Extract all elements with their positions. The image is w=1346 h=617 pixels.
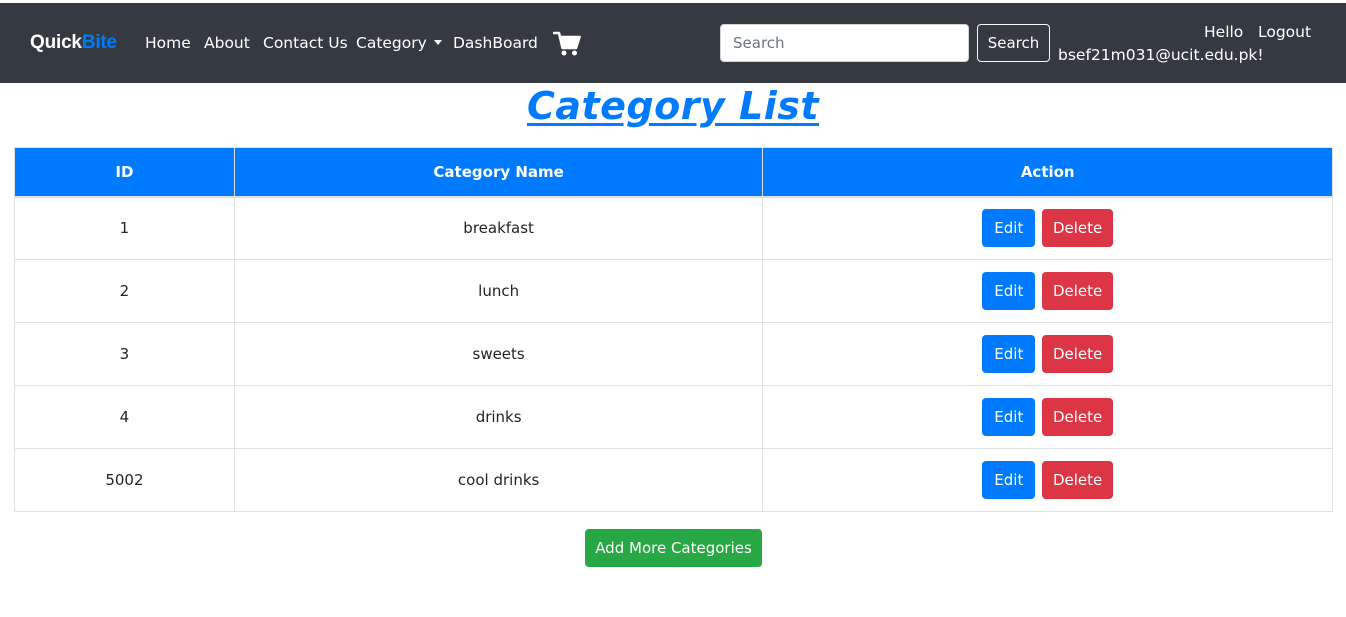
caret-down-icon [433, 40, 442, 45]
cell-actions: Edit Delete [762, 322, 1333, 386]
add-more-categories-button[interactable]: Add More Categories [585, 529, 762, 567]
cell-category-name: drinks [233, 385, 764, 449]
edit-button[interactable]: Edit [982, 335, 1036, 373]
cell-actions: Edit Delete [762, 385, 1333, 449]
shopping-cart-icon[interactable] [553, 31, 581, 57]
search-button[interactable]: Search [977, 24, 1050, 62]
edit-button[interactable]: Edit [982, 272, 1036, 310]
header-id: ID [14, 147, 235, 198]
cell-id: 3 [14, 322, 235, 386]
user-greeting: Hello [1204, 23, 1244, 41]
category-table: ID Category Name Action 1 breakfast Edit… [14, 147, 1333, 512]
delete-button[interactable]: Delete [1042, 335, 1114, 373]
table-row: 4 drinks Edit Delete [14, 385, 1333, 449]
table-row: 2 lunch Edit Delete [14, 259, 1333, 323]
brand-logo[interactable]: QuickBite [30, 32, 117, 54]
cell-id: 5002 [14, 448, 235, 512]
delete-button[interactable]: Delete [1042, 461, 1114, 499]
table-header-row: ID Category Name Action [14, 147, 1333, 198]
cell-actions: Edit Delete [762, 259, 1333, 323]
table-row: 5002 cool drinks Edit Delete [14, 448, 1333, 512]
nav-home[interactable]: Home [145, 34, 191, 52]
table-row: 3 sweets Edit Delete [14, 322, 1333, 386]
nav-about[interactable]: About [204, 34, 250, 52]
brand-part-quick: Quick [30, 32, 82, 53]
table-row: 1 breakfast Edit Delete [14, 196, 1333, 260]
nav-category-label: Category [356, 34, 427, 52]
cell-actions: Edit Delete [762, 448, 1333, 512]
cell-actions: Edit Delete [762, 196, 1333, 260]
navbar: QuickBite Home About Contact Us Category… [0, 3, 1346, 83]
cell-category-name: sweets [233, 322, 764, 386]
header-action: Action [762, 147, 1333, 198]
nav-dashboard[interactable]: DashBoard [453, 34, 538, 52]
delete-button[interactable]: Delete [1042, 209, 1114, 248]
cell-category-name: breakfast [233, 196, 764, 260]
cell-id: 4 [14, 385, 235, 449]
page-title: Category List [526, 84, 820, 128]
cell-category-name: cool drinks [233, 448, 764, 512]
edit-button[interactable]: Edit [982, 209, 1036, 248]
cell-id: 2 [14, 259, 235, 323]
nav-contact-us[interactable]: Contact Us [263, 34, 348, 52]
cell-category-name: lunch [233, 259, 764, 323]
cell-id: 1 [14, 196, 235, 260]
brand-part-bite: Bite [81, 32, 117, 53]
edit-button[interactable]: Edit [982, 461, 1036, 499]
header-category-name: Category Name [233, 147, 764, 198]
user-email: bsef21m031@ucit.edu.pk! [1058, 46, 1264, 64]
search-input[interactable] [720, 24, 969, 62]
delete-button[interactable]: Delete [1042, 272, 1114, 310]
logout-link[interactable]: Logout [1258, 23, 1311, 41]
edit-button[interactable]: Edit [982, 398, 1036, 436]
nav-category-dropdown[interactable]: Category [356, 34, 442, 52]
delete-button[interactable]: Delete [1042, 398, 1114, 436]
